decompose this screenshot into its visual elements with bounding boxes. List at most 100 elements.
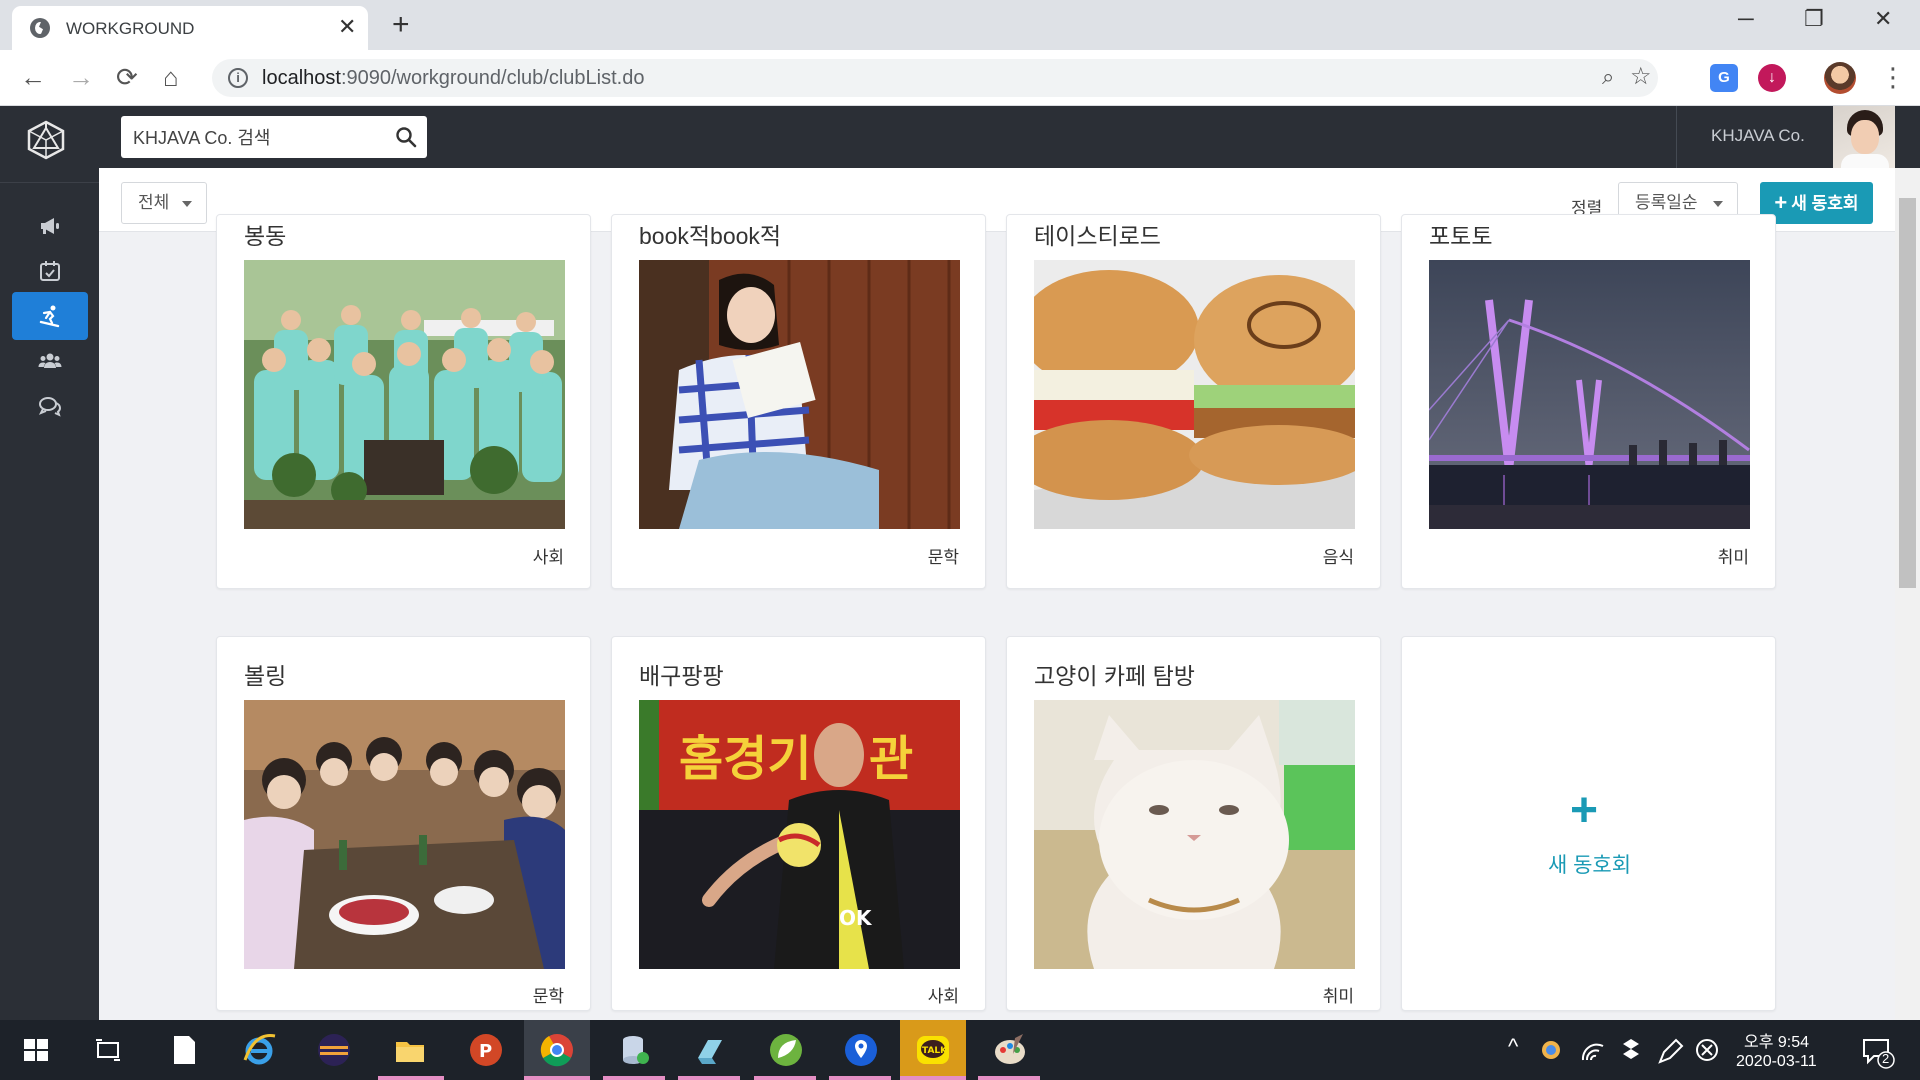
club-title[interactable]: 배구팡팡 [639,657,724,691]
tray-expand-icon[interactable]: ^ [1508,1034,1518,1060]
taskbar-underline [900,1076,966,1080]
restore-icon[interactable]: ❐ [1804,6,1824,32]
club-title[interactable]: 볼링 [244,657,286,691]
club-category: 음식 [1322,548,1354,567]
club-category: 문학 [927,548,959,567]
browser-tab[interactable]: WORKGROUND ✕ [12,6,368,50]
address-bar[interactable]: i localhost:9090/workground/club/clubLis… [212,59,1658,97]
user-avatar[interactable] [1833,106,1895,168]
notepad-icon[interactable] [164,1030,204,1070]
search-icon[interactable] [395,126,417,148]
taskbar-underline [754,1076,816,1080]
kakaotalk-icon[interactable]: TALK [913,1030,953,1070]
task-view-icon[interactable] [88,1030,128,1070]
spring-tool-icon[interactable] [766,1030,806,1070]
url-text[interactable]: localhost:9090/workground/club/clubList.… [262,67,644,90]
tab-close-icon[interactable]: ✕ [338,16,356,38]
club-card[interactable]: 포토토 취미 [1401,214,1776,589]
chrome-icon[interactable] [537,1030,577,1070]
taskbar-time[interactable]: 오후 9:54 [1744,1028,1809,1052]
new-club-button[interactable]: + 새 동호회 [1760,182,1873,224]
club-category: 취미 [1717,548,1749,567]
translate-extension-icon[interactable]: G [1710,64,1738,92]
zoom-icon[interactable]: ⌕ [1602,64,1614,90]
pen-tray-icon[interactable] [1654,1030,1684,1070]
club-card[interactable]: 배구팡팡 홈경기 관 OK 사회 [611,636,986,1011]
tray-app-icon[interactable] [1536,1030,1566,1070]
browser-menu-icon[interactable]: ⋮ [1880,62,1906,92]
minimize-icon[interactable]: ─ [1738,6,1754,32]
notification-center-icon[interactable] [1856,1030,1896,1070]
globe-icon [30,18,50,38]
powerpoint-icon[interactable]: P [466,1030,506,1070]
club-card[interactable]: 고양이 카페 탐방 취미 [1006,636,1381,1011]
download-extension-icon[interactable]: ↓ [1758,64,1786,92]
bookmark-star-icon[interactable]: ☆ [1630,62,1652,91]
add-club-label[interactable]: 새 동호회 [1402,849,1775,879]
club-category: 사회 [927,987,959,1006]
club-title[interactable]: 고양이 카페 탐방 [1034,657,1195,691]
new-tab-button[interactable]: + [392,10,410,40]
database-tool-icon[interactable] [615,1030,655,1070]
logo-icon[interactable] [26,120,66,160]
volume-muted-icon[interactable] [1692,1030,1722,1070]
info-icon[interactable]: i [228,68,248,88]
network-icon[interactable] [1578,1030,1608,1070]
club-card[interactable]: 테이스티로드 음식 [1006,214,1381,589]
club-title[interactable]: book적book적 [639,217,781,251]
cat-photo[interactable] [1034,700,1355,969]
club-title[interactable]: 포토토 [1429,217,1492,251]
sidebar-item-messages[interactable] [12,382,88,430]
club-card[interactable]: 볼링 문학 [216,636,591,1011]
dropbox-icon[interactable] [1616,1030,1646,1070]
map-pin-app-icon[interactable] [841,1030,881,1070]
search-input[interactable] [121,116,391,158]
sidebar-item-schedule[interactable] [12,247,88,295]
reading-photo[interactable] [639,260,960,529]
add-club-card[interactable]: + 새 동호회 [1401,636,1776,1011]
taskbar-underline [829,1076,891,1080]
company-search[interactable] [121,116,427,158]
sidebar-item-members[interactable] [12,337,88,385]
megaphone-icon [41,218,59,234]
taskbar-date[interactable]: 2020-03-11 [1736,1053,1817,1071]
file-explorer-icon[interactable] [390,1030,430,1070]
club-card[interactable]: 봉동 사회 [216,214,591,589]
club-card[interactable]: book적book적 문학 [611,214,986,589]
category-filter-value: 전체 [138,193,170,212]
editor-icon[interactable] [690,1030,730,1070]
svg-text:TALK: TALK [922,1046,948,1056]
forward-icon[interactable]: → [68,60,94,94]
volleyball-photo[interactable]: 홈경기 관 OK [639,700,960,969]
reload-icon[interactable]: ⟳ [116,60,138,94]
sidebar-item-notice[interactable] [12,202,88,250]
browser-tabbar: WORKGROUND ✕ + ─ ❐ ✕ [0,0,1920,50]
browser-profile-avatar[interactable] [1824,62,1856,94]
taskbar-underline [978,1076,1040,1080]
plus-icon[interactable]: + [1570,787,1598,835]
page-scrollbar[interactable] [1895,168,1920,1020]
category-filter-dropdown[interactable]: 전체 [121,182,207,224]
home-icon[interactable]: ⌂ [163,60,179,94]
club-title[interactable]: 테이스티로드 [1034,217,1161,251]
svg-text:홈경기: 홈경기 [679,731,811,787]
bridge-night-photo[interactable] [1429,260,1750,529]
svg-text:OK: OK [839,906,873,930]
scrollbar-thumb[interactable] [1899,198,1916,588]
eclipse-icon[interactable] [314,1030,354,1070]
club-category: 문학 [532,987,564,1006]
taskbar-underline [603,1076,665,1080]
sidebar-item-club[interactable] [12,292,88,340]
paint-icon[interactable] [990,1030,1030,1070]
company-name[interactable]: KHJAVA Co. [1711,126,1805,146]
windows-start-icon[interactable] [16,1030,56,1070]
window-close-icon[interactable]: ✕ [1874,6,1892,32]
svg-text:P: P [479,1041,492,1062]
svg-text:관: 관 [869,731,913,787]
volunteer-photo[interactable] [244,260,565,529]
burger-photo[interactable] [1034,260,1355,529]
group-dinner-photo[interactable] [244,700,565,969]
club-title[interactable]: 봉동 [244,217,286,251]
back-icon[interactable]: ← [20,60,46,94]
internet-explorer-icon[interactable] [239,1030,279,1070]
